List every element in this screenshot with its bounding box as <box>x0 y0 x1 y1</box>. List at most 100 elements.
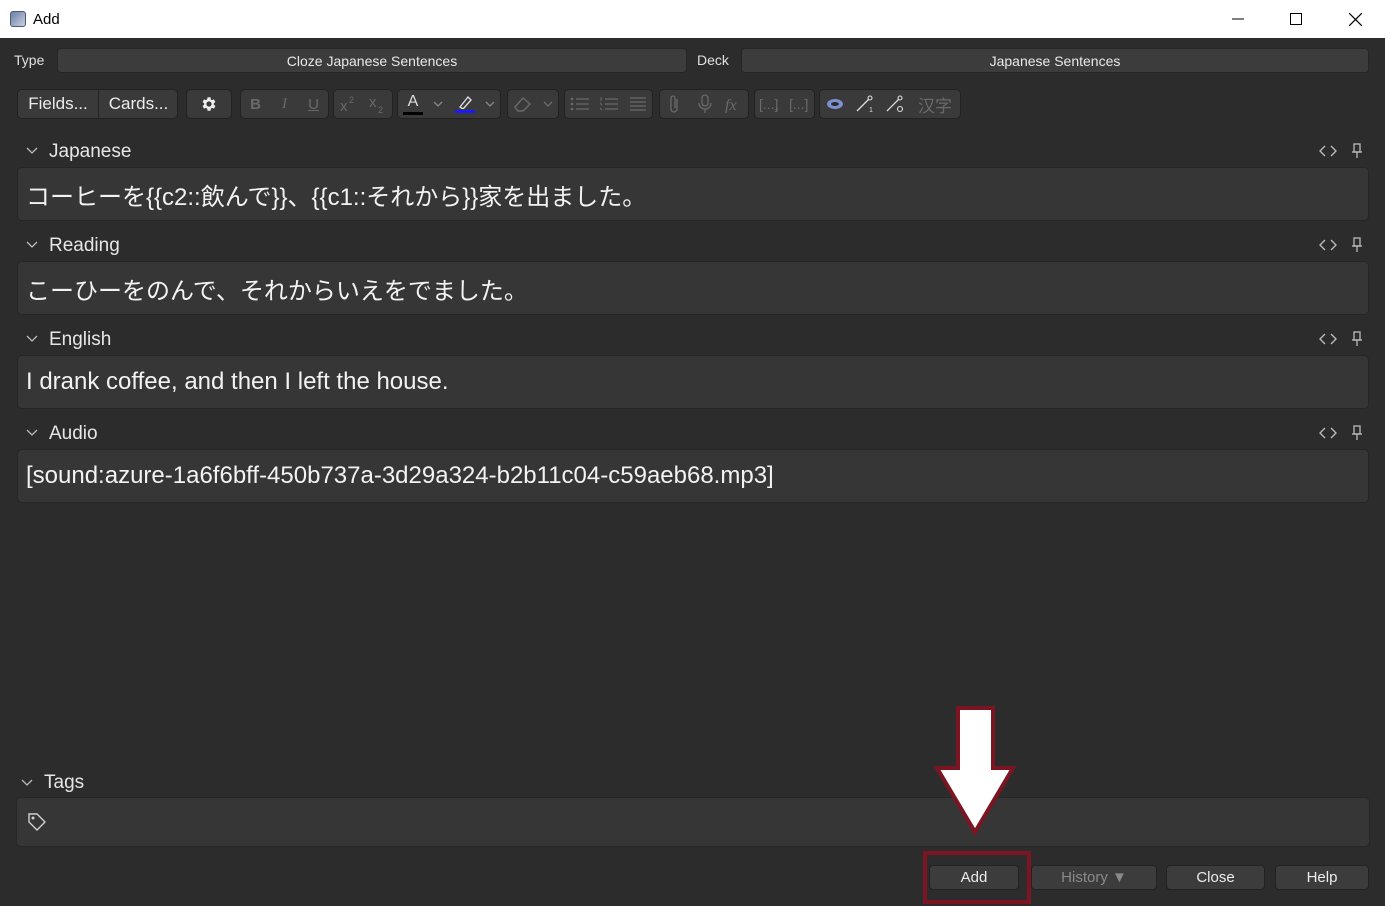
cloze-new-button[interactable]: [...] + <box>755 90 785 118</box>
history-button[interactable]: History ▼ <box>1031 865 1157 890</box>
pen-curve-alt-icon <box>886 95 904 113</box>
cards-button[interactable]: Cards... <box>99 90 178 118</box>
underline-button[interactable]: U <box>299 90 328 118</box>
text-color-dropdown[interactable] <box>428 90 448 118</box>
deck-selector[interactable]: Japanese Sentences <box>741 48 1369 73</box>
paperclip-icon <box>670 95 678 113</box>
field-label-reading: Reading <box>49 235 120 256</box>
color-group: A <box>397 89 501 119</box>
deck-label: Deck <box>697 52 729 68</box>
svg-text:+: + <box>774 105 779 113</box>
html-editor-icon[interactable] <box>1319 144 1337 158</box>
microphone-icon <box>698 94 712 113</box>
add-button-highlight <box>923 851 1031 904</box>
cloze-same-button[interactable]: [...] <box>785 90 815 118</box>
eraser-icon <box>514 97 532 112</box>
eraser-group <box>507 89 559 119</box>
bold-button[interactable]: B <box>241 90 270 118</box>
pin-icon[interactable] <box>1351 237 1363 253</box>
field-input-japanese[interactable]: コーヒーを{{c2::飲んで}}、{{c1::それから}}家を出ました。 <box>17 167 1369 221</box>
chevron-down-icon[interactable] <box>26 334 38 344</box>
format-group: B I U <box>240 89 329 119</box>
tag-icon <box>28 813 46 831</box>
addon-group: 1 汉字 <box>819 89 961 119</box>
highlight-color-swatch <box>455 110 475 113</box>
notetype-buttons-group: Fields... Cards... <box>17 89 178 119</box>
close-button[interactable]: Close <box>1166 865 1265 890</box>
chevron-down-icon[interactable] <box>26 146 38 156</box>
note-type-selector[interactable]: Cloze Japanese Sentences <box>57 48 687 73</box>
subscript-button[interactable]: x2 <box>363 90 392 118</box>
paint-icon <box>827 99 843 109</box>
highlight-color-dropdown[interactable] <box>480 90 500 118</box>
bullet-list-icon <box>570 97 589 111</box>
image-occlusion-button[interactable] <box>820 90 850 118</box>
cloze-new-icon: [...]+ <box>759 96 779 113</box>
maximize-button[interactable] <box>1267 0 1325 38</box>
svg-text:x: x <box>369 94 377 111</box>
cloze-icon: [...] <box>789 96 808 112</box>
fields-button[interactable]: Fields... <box>18 90 98 118</box>
html-editor-icon[interactable] <box>1319 238 1337 252</box>
anki-app-icon <box>10 11 26 27</box>
field-input-reading[interactable]: こーひーをのんで、それからいえをでました。 <box>17 261 1369 315</box>
ordered-list-button[interactable] <box>594 90 623 118</box>
align-icon <box>629 97 646 111</box>
alignment-button[interactable] <box>623 90 652 118</box>
html-editor-icon[interactable] <box>1319 426 1337 440</box>
pin-icon[interactable] <box>1351 143 1363 159</box>
remove-format-button[interactable] <box>508 90 538 118</box>
svg-text:fx: fx <box>725 97 737 113</box>
text-color-button[interactable]: A <box>398 90 428 118</box>
italic-button[interactable]: I <box>270 90 299 118</box>
list-group <box>564 89 653 119</box>
window-close-button[interactable] <box>1326 0 1384 38</box>
field-header-audio: Audio <box>0 421 1385 447</box>
pen-curve-icon: 1 <box>856 95 873 113</box>
pitch-accent-button[interactable]: 1 <box>850 90 880 118</box>
chevron-down-icon[interactable] <box>21 778 33 788</box>
function-icon: fx <box>725 97 737 113</box>
remove-format-dropdown[interactable] <box>538 90 558 118</box>
superscript-button[interactable]: x2 <box>334 90 363 118</box>
field-label-english: English <box>49 329 112 350</box>
kanji-button[interactable]: 汉字 <box>910 90 960 118</box>
note-type-deck-row: Type Cloze Japanese Sentences Deck Japan… <box>0 48 1385 74</box>
highlighter-icon <box>458 95 472 109</box>
minimize-button[interactable] <box>1209 0 1267 38</box>
field-input-english[interactable]: I drank coffee, and then I left the hous… <box>17 355 1369 409</box>
numbered-list-icon <box>599 97 618 111</box>
help-button[interactable]: Help <box>1275 865 1369 890</box>
html-editor-icon[interactable] <box>1319 332 1337 346</box>
subscript-icon: x2 <box>369 94 383 114</box>
pitch-accent-alt-button[interactable] <box>880 90 910 118</box>
chevron-down-icon[interactable] <box>26 428 38 438</box>
field-label-japanese: Japanese <box>49 141 132 162</box>
type-label: Type <box>14 52 45 68</box>
maximize-icon <box>1290 13 1302 25</box>
field-header-english: English <box>0 327 1385 353</box>
title-bar: Add <box>0 0 1385 38</box>
minimize-icon <box>1232 18 1244 20</box>
text-color-swatch <box>403 111 423 115</box>
superscript-icon: x2 <box>340 95 354 113</box>
chevron-down-icon <box>485 101 495 107</box>
svg-text:2: 2 <box>349 95 354 105</box>
window-title: Add <box>33 10 60 28</box>
tags-header: Tags <box>0 770 1385 796</box>
settings-button[interactable] <box>187 90 231 118</box>
field-input-audio[interactable]: [sound:azure-1a6f6bff-450b737a-3d29a324-… <box>17 449 1369 503</box>
pin-icon[interactable] <box>1351 425 1363 441</box>
unordered-list-button[interactable] <box>565 90 594 118</box>
record-audio-button[interactable] <box>690 90 720 118</box>
chevron-down-icon <box>433 101 443 107</box>
settings-group <box>186 89 232 119</box>
pin-icon[interactable] <box>1351 331 1363 347</box>
tags-input[interactable] <box>16 797 1370 847</box>
highlight-color-button[interactable] <box>450 90 480 118</box>
field-header-japanese: Japanese <box>0 139 1385 165</box>
mathjax-button[interactable]: fx <box>720 90 750 118</box>
attach-button[interactable] <box>660 90 690 118</box>
cloze-group: [...] + [...] <box>754 89 815 119</box>
chevron-down-icon[interactable] <box>26 240 38 250</box>
